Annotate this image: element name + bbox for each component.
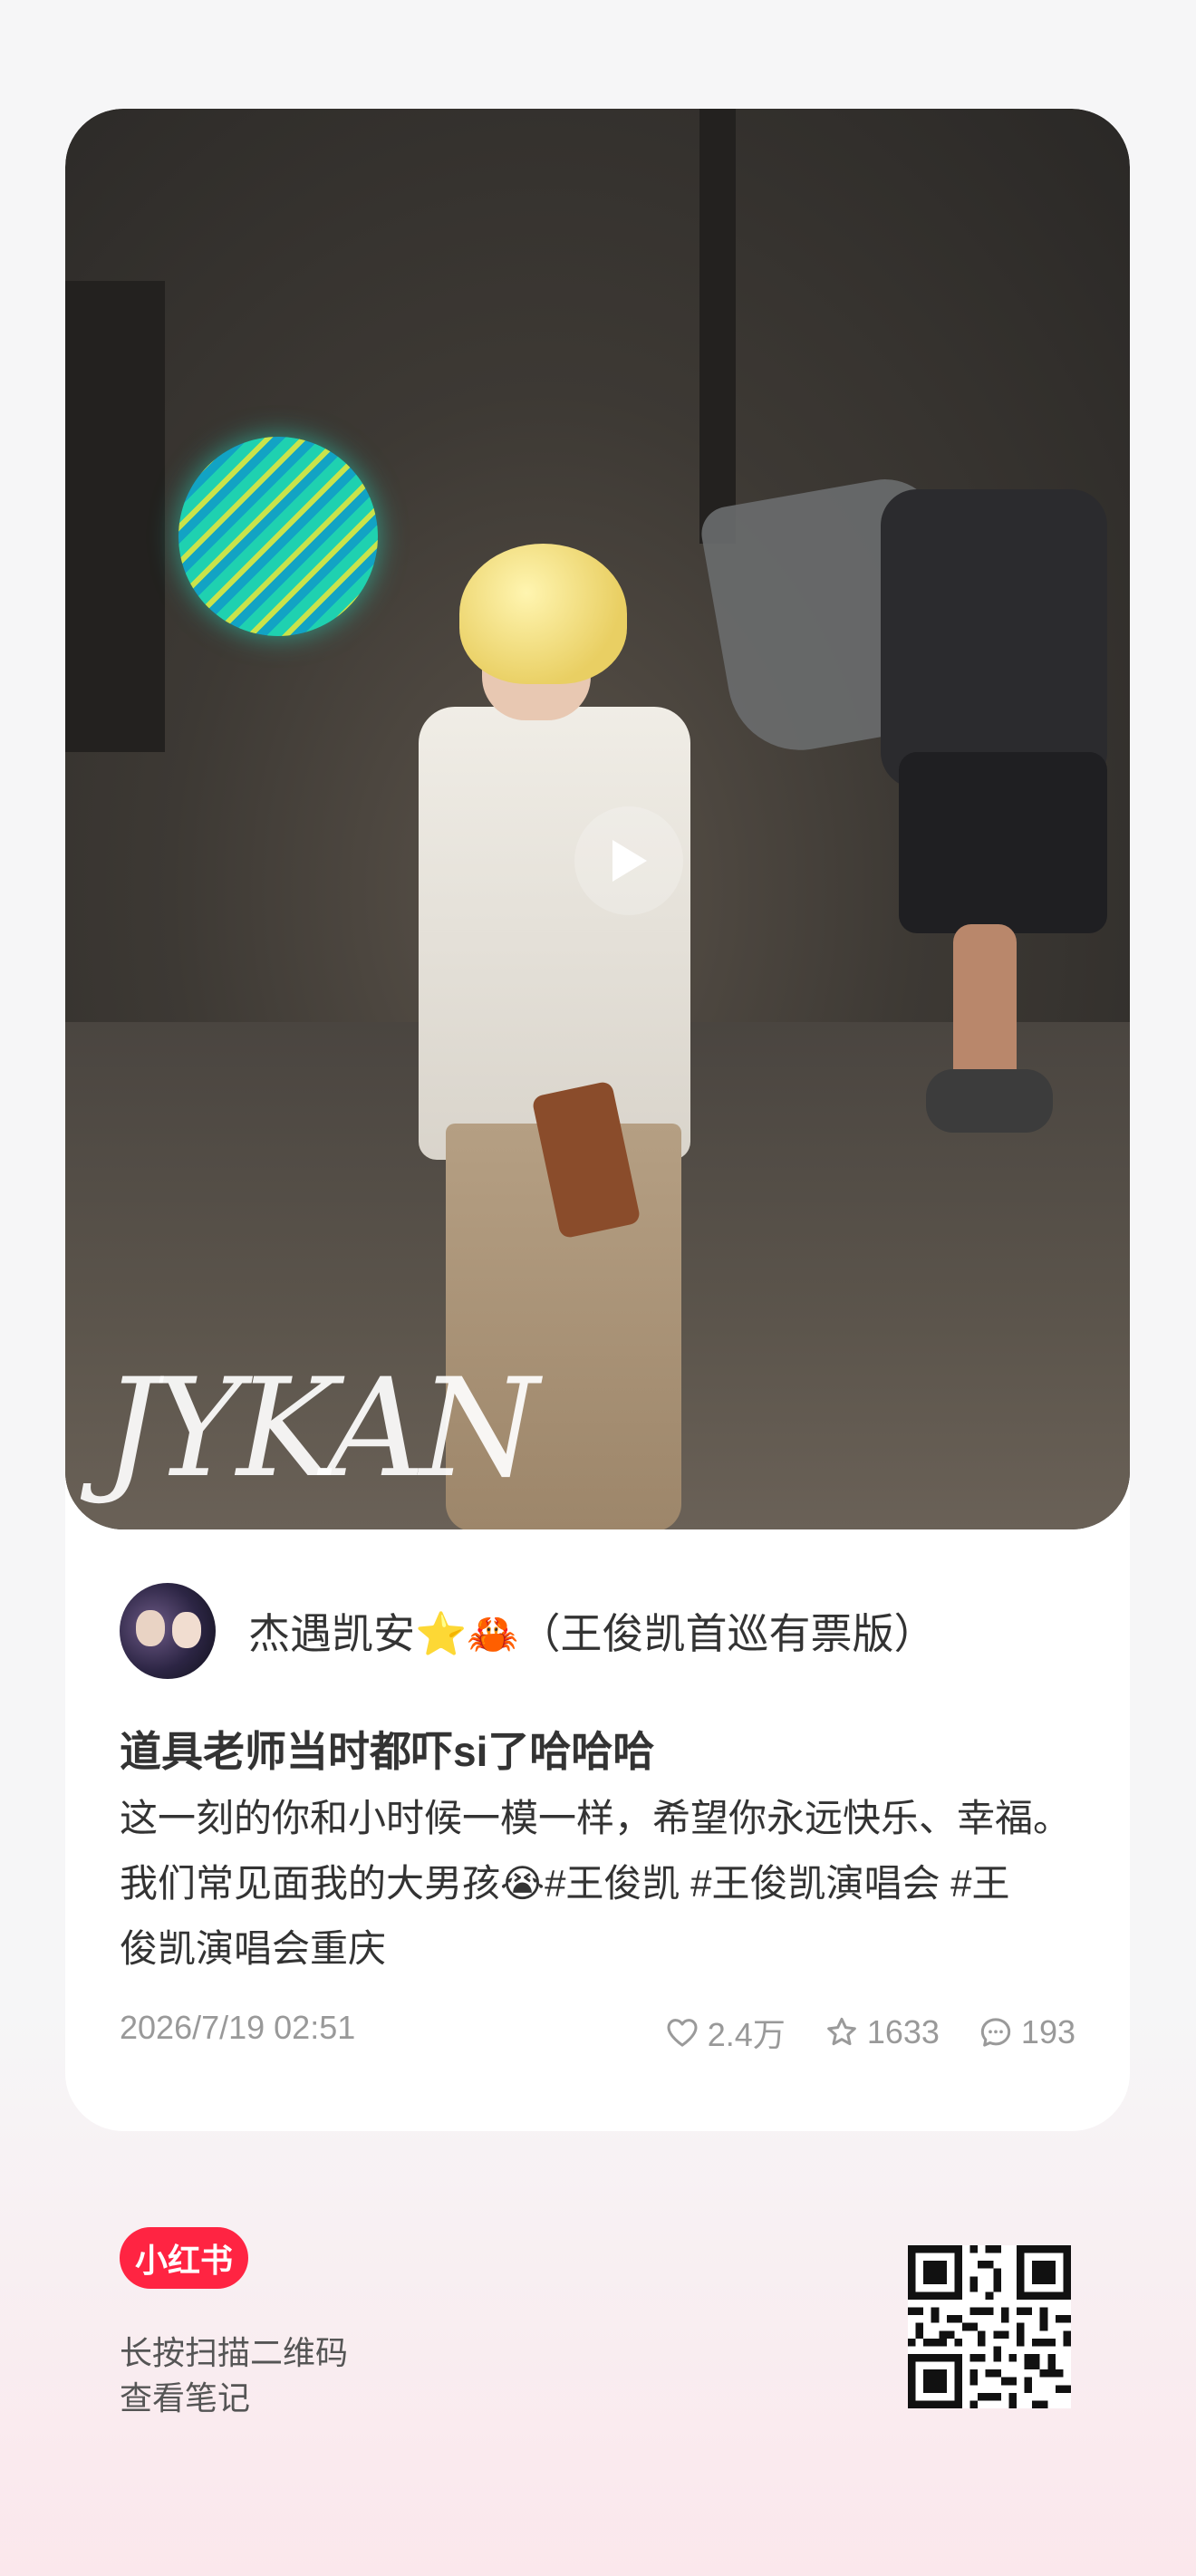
video-cover[interactable]: JYKAN (65, 109, 1130, 1529)
view-note-hint: 查看笔记 (120, 2379, 251, 2417)
play-icon (612, 840, 647, 882)
qr-code-icon[interactable] (908, 2245, 1071, 2408)
note-card[interactable]: JYKAN 杰遇凯安⭐🦀（王俊凯首巡有票版） 道具老师当时都吓si了哈哈哈 这一… (65, 109, 1130, 2131)
like-count: 2.4万 (707, 2016, 786, 2053)
author-row[interactable]: 杰遇凯安⭐🦀（王俊凯首巡有票版） (120, 1581, 936, 1681)
share-footer: 小红书 长按扫描二维码 查看笔记 (120, 2227, 1080, 2463)
stage-truss (65, 281, 165, 752)
note-description: 这一刻的你和小时候一模一样，希望你永远快乐、幸福。 我们常见面我的大男孩😭#王俊… (120, 1786, 1080, 1982)
scan-hint: 长按扫描二维码 (120, 2334, 349, 2371)
description-line[interactable]: 我们常见面我的大男孩😭#王俊凯 #王俊凯演唱会 #王 (120, 1851, 1080, 1916)
star-icon (826, 2017, 856, 2046)
collect-count: 1633 (866, 2013, 940, 2050)
note-title: 道具老师当时都吓si了哈哈哈 (120, 1728, 655, 1775)
description-line[interactable]: 俊凯演唱会重庆 (120, 1916, 1080, 1982)
brand-logo: 小红书 (120, 2227, 248, 2289)
crew-member-figure (697, 453, 1125, 1142)
post-date: 2026/7/19 02:51 (120, 2009, 356, 2046)
heart-icon (667, 2019, 698, 2047)
like-button[interactable]: 2.4万 (664, 2009, 786, 2056)
stats-bar: 2.4万 1633 193 (626, 2009, 1075, 2056)
meta-row: 2026/7/19 02:51 2.4万 1633 193 (120, 2000, 1075, 2054)
video-watermark: JYKAN (103, 1350, 539, 1508)
collect-button[interactable]: 1633 (824, 2013, 940, 2051)
comment-count: 193 (1020, 2013, 1075, 2050)
stage-pillar (699, 109, 736, 544)
description-line: 这一刻的你和小时候一模一样，希望你永远快乐、幸福。 (120, 1797, 1072, 1839)
comment-icon (980, 2018, 1011, 2047)
author-name[interactable]: 杰遇凯安⭐🦀（王俊凯首巡有票版） (248, 1601, 936, 1661)
led-light (178, 437, 378, 636)
play-button[interactable] (574, 806, 683, 915)
comment-button[interactable]: 193 (978, 2013, 1075, 2051)
avatar[interactable] (120, 1583, 216, 1679)
